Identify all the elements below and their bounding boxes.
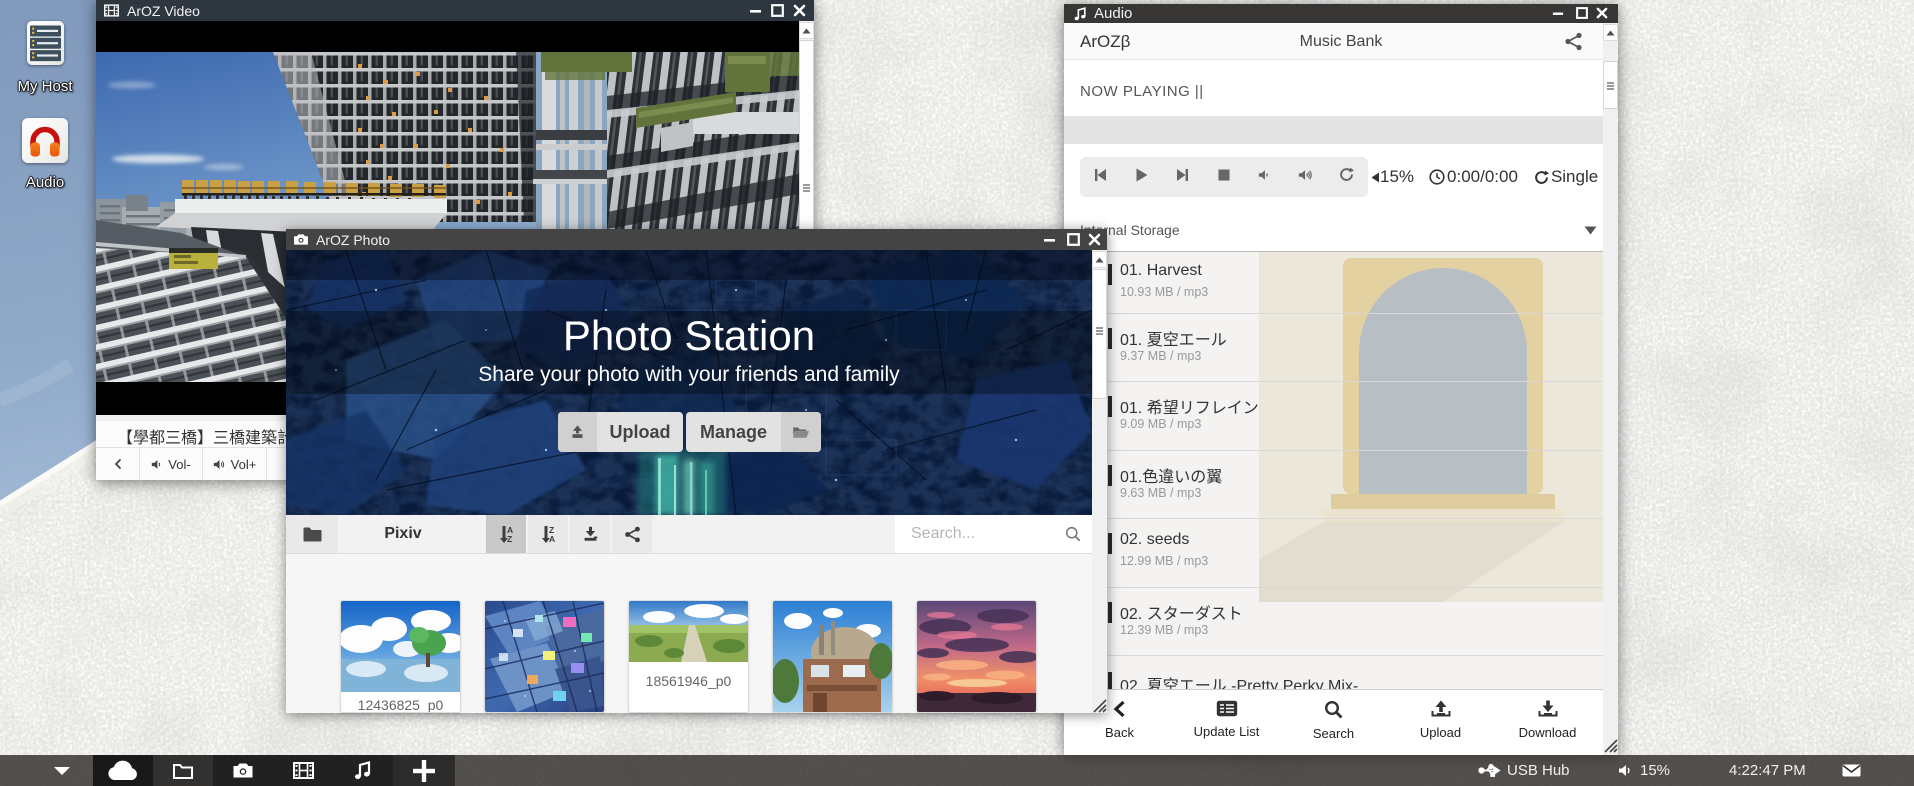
svg-text:Z: Z: [507, 534, 512, 544]
svg-text:A: A: [549, 534, 555, 544]
